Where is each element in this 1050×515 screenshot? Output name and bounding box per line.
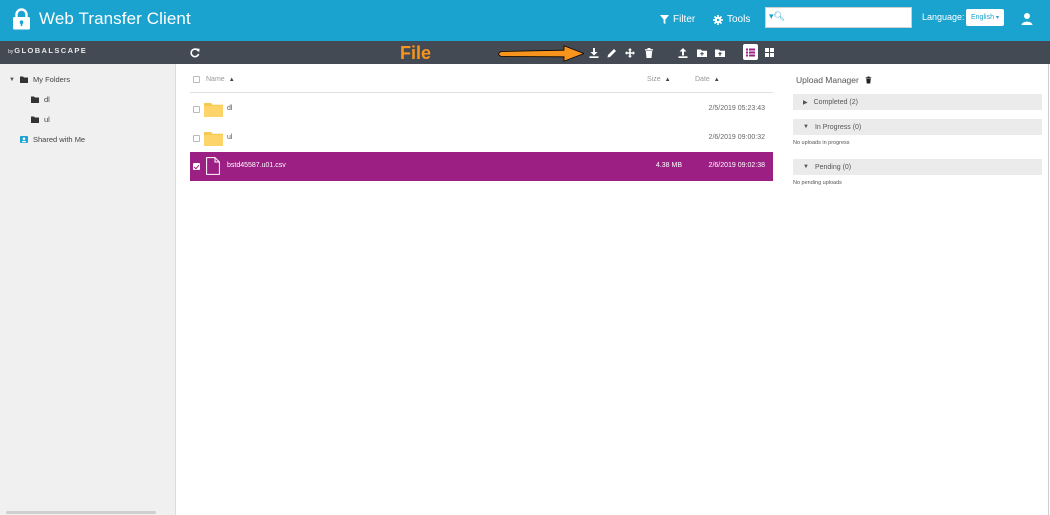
- filter-icon: [660, 15, 669, 24]
- folder-icon: [20, 76, 28, 83]
- table-row[interactable]: dl 2/5/2019 05:23:43: [190, 95, 773, 124]
- sidebar-item-dl[interactable]: dl: [31, 95, 50, 104]
- upload-icon: [678, 47, 687, 58]
- sort-asc-icon: ▲: [664, 76, 671, 83]
- folder-icon: [204, 103, 223, 117]
- new-folder-icon: [696, 49, 707, 57]
- file-date: 2/5/2019 05:23:43: [708, 105, 765, 112]
- move-button[interactable]: [622, 45, 637, 60]
- sort-asc-icon: ▲: [228, 76, 235, 83]
- upload-button[interactable]: [675, 45, 690, 60]
- completed-section-toggle[interactable]: ▶ Completed (2): [793, 94, 1042, 110]
- move-icon: [624, 47, 635, 58]
- list-view-icon: [746, 48, 755, 56]
- select-all-checkbox[interactable]: [193, 76, 200, 83]
- column-header-name[interactable]: Name ▲: [193, 76, 235, 83]
- file-annotation: File: [400, 43, 432, 63]
- row-checkbox[interactable]: [193, 163, 200, 170]
- sidebar-item-label: dl: [44, 95, 50, 104]
- trash-icon[interactable]: [865, 76, 872, 84]
- delete-button[interactable]: [641, 45, 656, 60]
- brand: Web Transfer Client: [12, 8, 191, 30]
- file-date: 2/6/2019 09:02:38: [708, 162, 765, 169]
- folder-upload-button[interactable]: [712, 45, 727, 60]
- in-progress-section-toggle[interactable]: ▼ In Progress (0): [793, 119, 1042, 135]
- language-select[interactable]: English ▾: [966, 9, 1004, 26]
- folder-icon: [31, 116, 39, 123]
- caret-down-icon: ▾: [995, 15, 999, 21]
- tools-button[interactable]: Tools: [713, 14, 750, 25]
- folder-sidebar: ▼ My Folders dl ul Shared with Me: [0, 64, 176, 515]
- user-icon[interactable]: [1021, 12, 1033, 26]
- sidebar-item-label: Shared with Me: [33, 135, 86, 144]
- search-icon: ▾🔍︎: [769, 11, 785, 21]
- sidebar-item-label: My Folders: [33, 75, 71, 84]
- app-title: Web Transfer Client: [39, 9, 191, 28]
- sidebar-item-my-folders[interactable]: ▼ My Folders: [9, 75, 70, 84]
- list-view-button[interactable]: [743, 44, 758, 60]
- globalscape-logo: byGLOBALSCAPE: [8, 46, 88, 55]
- annotation-arrow-icon: [498, 45, 584, 62]
- sort-asc-icon: ▲: [713, 76, 720, 83]
- search-input[interactable]: [784, 10, 908, 25]
- search-box[interactable]: ▾🔍︎: [765, 7, 912, 28]
- right-border: [1048, 64, 1049, 515]
- table-row-selected[interactable]: bstd45587.u01.csv 4.38 MB 2/6/2019 09:02…: [190, 152, 773, 181]
- download-icon: [589, 47, 598, 58]
- sidebar-scrollbar[interactable]: [6, 511, 156, 514]
- folder-icon: [204, 132, 223, 146]
- pencil-icon: [607, 48, 616, 57]
- file-date: 2/6/2019 09:00:32: [708, 134, 765, 141]
- column-header-date[interactable]: Date ▲: [695, 76, 720, 83]
- sidebar-item-label: ul: [44, 115, 50, 124]
- rename-button[interactable]: [604, 45, 619, 60]
- pending-note: No pending uploads: [793, 180, 842, 186]
- row-checkbox[interactable]: [193, 106, 200, 113]
- shared-icon: [20, 136, 28, 143]
- in-progress-note: No uploads in progress: [793, 140, 850, 146]
- top-header: Web Transfer Client Filter Tools ▾🔍︎ Lan…: [0, 0, 1050, 41]
- file-icon: [206, 157, 220, 175]
- filter-label: Filter: [673, 14, 696, 25]
- filter-button[interactable]: Filter: [660, 14, 695, 25]
- caret-down-icon: ▼: [803, 124, 809, 130]
- language-value: English: [971, 14, 994, 21]
- lock-icon: [13, 8, 30, 30]
- caret-down-icon: ▼: [803, 164, 809, 170]
- sidebar-item-shared[interactable]: Shared with Me: [20, 135, 85, 144]
- language-label: Language:: [922, 12, 965, 22]
- trash-icon: [644, 47, 653, 58]
- table-row[interactable]: ul 2/6/2019 09:00:32: [190, 124, 773, 153]
- pending-section-toggle[interactable]: ▼ Pending (0): [793, 159, 1042, 175]
- caret-down-icon: ▼: [9, 76, 15, 83]
- file-name[interactable]: ul: [227, 134, 232, 141]
- refresh-button[interactable]: [187, 45, 202, 60]
- gear-icon: [713, 14, 723, 25]
- upload-manager-title: Upload Manager: [796, 75, 872, 85]
- sidebar-item-ul[interactable]: ul: [31, 115, 50, 124]
- header-divider: [190, 92, 773, 93]
- column-header-size[interactable]: Size ▲: [647, 76, 671, 83]
- folder-icon: [31, 96, 39, 103]
- file-name[interactable]: dl: [227, 105, 232, 112]
- grid-view-icon: [765, 47, 774, 57]
- row-checkbox[interactable]: [193, 135, 200, 142]
- caret-right-icon: ▶: [803, 99, 808, 106]
- download-button[interactable]: [586, 45, 601, 60]
- file-size: 4.38 MB: [655, 162, 682, 169]
- folder-upload-icon: [714, 49, 725, 57]
- grid-view-button[interactable]: [762, 44, 777, 60]
- tools-label: Tools: [727, 14, 751, 25]
- file-name[interactable]: bstd45587.u01.csv: [227, 162, 286, 169]
- new-folder-button[interactable]: [694, 45, 709, 60]
- refresh-icon: [189, 47, 200, 57]
